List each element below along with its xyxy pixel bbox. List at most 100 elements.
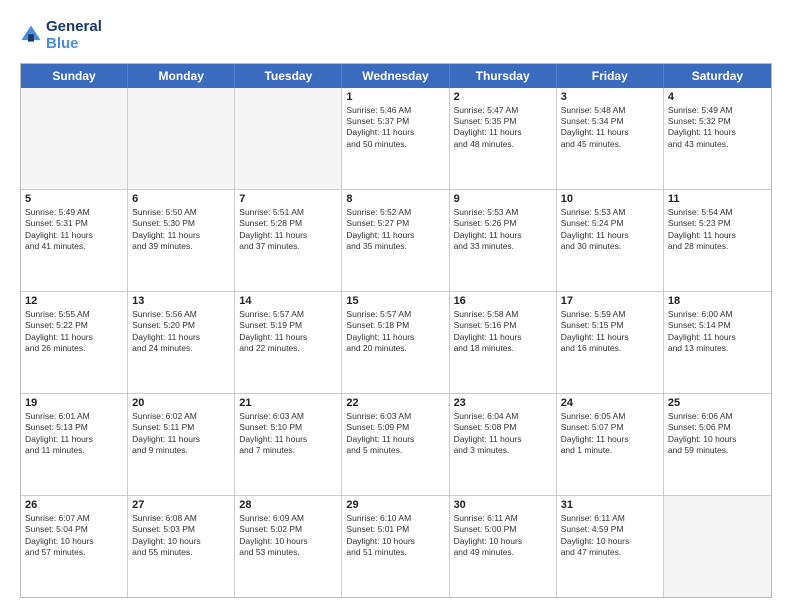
- day-number: 12: [25, 295, 123, 307]
- day-info: Sunrise: 5:56 AM Sunset: 5:20 PM Dayligh…: [132, 309, 230, 355]
- day-number: 25: [668, 397, 767, 409]
- day-number: 23: [454, 397, 552, 409]
- day-number: 26: [25, 499, 123, 511]
- day-info: Sunrise: 5:46 AM Sunset: 5:37 PM Dayligh…: [346, 105, 444, 151]
- day-number: 22: [346, 397, 444, 409]
- weekday-header-sunday: Sunday: [21, 64, 128, 88]
- day-cell-19: 19Sunrise: 6:01 AM Sunset: 5:13 PM Dayli…: [21, 394, 128, 495]
- day-info: Sunrise: 5:54 AM Sunset: 5:23 PM Dayligh…: [668, 207, 767, 253]
- day-info: Sunrise: 5:59 AM Sunset: 5:15 PM Dayligh…: [561, 309, 659, 355]
- calendar-row-3: 19Sunrise: 6:01 AM Sunset: 5:13 PM Dayli…: [21, 393, 771, 495]
- day-number: 21: [239, 397, 337, 409]
- day-cell-29: 29 Sunrise: 6:10 AM Sunset: 5:01 PM Dayli…: [342, 496, 449, 597]
- day-info: Sunrise: 5:55 AM Sunset: 5:22 PM Dayligh…: [25, 309, 123, 355]
- day-info: Sunrise: 5:53 AM Sunset: 5:24 PM Dayligh…: [561, 207, 659, 253]
- calendar-row-1: 5 Sunrise: 5:49 AM Sunset: 5:31 PM Daylig…: [21, 189, 771, 291]
- day-info: Sunrise: 6:02 AM Sunset: 5:11 PM Dayligh…: [132, 411, 230, 457]
- day-cell-9: 9 Sunrise: 5:53 AM Sunset: 5:26 PM Daylig…: [450, 190, 557, 291]
- day-info: Sunrise: 6:05 AM Sunset: 5:07 PM Dayligh…: [561, 411, 659, 457]
- day-number: 17: [561, 295, 659, 307]
- day-info: Sunrise: 5:51 AM Sunset: 5:28 PM Dayligh…: [239, 207, 337, 253]
- day-info: Sunrise: 5:47 AM Sunset: 5:35 PM Dayligh…: [454, 105, 552, 151]
- day-cell-17: 17 Sunrise: 5:59 AM Sunset: 5:15 PM Dayli…: [557, 292, 664, 393]
- day-cell-13: 13Sunrise: 5:56 AM Sunset: 5:20 PM Dayli…: [128, 292, 235, 393]
- day-info: Sunrise: 5:48 AM Sunset: 5:34 PM Dayligh…: [561, 105, 659, 151]
- day-cell-15: 15 Sunrise: 5:57 AM Sunset: 5:18 PM Dayli…: [342, 292, 449, 393]
- empty-cell: [664, 496, 771, 597]
- day-info: Sunrise: 5:53 AM Sunset: 5:26 PM Dayligh…: [454, 207, 552, 253]
- day-info: Sunrise: 5:49 AM Sunset: 5:32 PM Dayligh…: [668, 105, 767, 151]
- day-cell-10: 10Sunrise: 5:53 AM Sunset: 5:24 PM Dayli…: [557, 190, 664, 291]
- day-number: 27: [132, 499, 230, 511]
- day-cell-31: 31Sunrise: 6:11 AM Sunset: 4:59 PM Dayli…: [557, 496, 664, 597]
- day-number: 31: [561, 499, 659, 511]
- day-info: Sunrise: 5:57 AM Sunset: 5:19 PM Dayligh…: [239, 309, 337, 355]
- logo-icon: [20, 24, 42, 46]
- day-number: 18: [668, 295, 767, 307]
- day-info: Sunrise: 6:03 AM Sunset: 5:09 PM Dayligh…: [346, 411, 444, 457]
- empty-cell: [21, 88, 128, 189]
- day-number: 1: [346, 91, 444, 103]
- day-cell-6: 6 Sunrise: 5:50 AM Sunset: 5:30 PM Daylig…: [128, 190, 235, 291]
- day-cell-21: 21 Sunrise: 6:03 AM Sunset: 5:10 PM Dayli…: [235, 394, 342, 495]
- day-info: Sunrise: 5:57 AM Sunset: 5:18 PM Dayligh…: [346, 309, 444, 355]
- day-number: 4: [668, 91, 767, 103]
- logo-text-line1: General: [46, 18, 102, 35]
- day-number: 24: [561, 397, 659, 409]
- calendar-row-0: 1 Sunrise: 5:46 AM Sunset: 5:37 PM Daylig…: [21, 88, 771, 189]
- logo: General Blue: [20, 18, 102, 53]
- day-info: Sunrise: 6:01 AM Sunset: 5:13 PM Dayligh…: [25, 411, 123, 457]
- day-info: Sunrise: 6:07 AM Sunset: 5:04 PM Dayligh…: [25, 513, 123, 559]
- day-number: 30: [454, 499, 552, 511]
- day-cell-1: 1 Sunrise: 5:46 AM Sunset: 5:37 PM Daylig…: [342, 88, 449, 189]
- weekday-header-friday: Friday: [557, 64, 664, 88]
- day-cell-22: 22 Sunrise: 6:03 AM Sunset: 5:09 PM Dayli…: [342, 394, 449, 495]
- calendar-body: 1 Sunrise: 5:46 AM Sunset: 5:37 PM Daylig…: [21, 88, 771, 598]
- day-cell-14: 14 Sunrise: 5:57 AM Sunset: 5:19 PM Dayli…: [235, 292, 342, 393]
- day-info: Sunrise: 5:52 AM Sunset: 5:27 PM Dayligh…: [346, 207, 444, 253]
- day-number: 28: [239, 499, 337, 511]
- calendar-row-4: 26 Sunrise: 6:07 AM Sunset: 5:04 PM Dayli…: [21, 495, 771, 597]
- day-number: 7: [239, 193, 337, 205]
- day-number: 29: [346, 499, 444, 511]
- day-info: Sunrise: 6:03 AM Sunset: 5:10 PM Dayligh…: [239, 411, 337, 457]
- day-cell-16: 16Sunrise: 5:58 AM Sunset: 5:16 PM Dayli…: [450, 292, 557, 393]
- weekday-header-thursday: Thursday: [450, 64, 557, 88]
- day-info: Sunrise: 6:09 AM Sunset: 5:02 PM Dayligh…: [239, 513, 337, 559]
- day-number: 14: [239, 295, 337, 307]
- empty-cell: [235, 88, 342, 189]
- day-number: 6: [132, 193, 230, 205]
- day-info: Sunrise: 6:00 AM Sunset: 5:14 PM Dayligh…: [668, 309, 767, 355]
- empty-cell: [128, 88, 235, 189]
- day-info: Sunrise: 6:06 AM Sunset: 5:06 PM Dayligh…: [668, 411, 767, 457]
- day-info: Sunrise: 6:04 AM Sunset: 5:08 PM Dayligh…: [454, 411, 552, 457]
- day-number: 16: [454, 295, 552, 307]
- day-number: 15: [346, 295, 444, 307]
- calendar-grid: SundayMondayTuesdayWednesdayThursdayFrid…: [20, 63, 772, 599]
- day-cell-3: 3 Sunrise: 5:48 AM Sunset: 5:34 PM Daylig…: [557, 88, 664, 189]
- day-cell-12: 12 Sunrise: 5:55 AM Sunset: 5:22 PM Dayli…: [21, 292, 128, 393]
- day-info: Sunrise: 6:10 AM Sunset: 5:01 PM Dayligh…: [346, 513, 444, 559]
- day-info: Sunrise: 5:50 AM Sunset: 5:30 PM Dayligh…: [132, 207, 230, 253]
- weekday-header-tuesday: Tuesday: [235, 64, 342, 88]
- day-cell-24: 24 Sunrise: 6:05 AM Sunset: 5:07 PM Dayli…: [557, 394, 664, 495]
- weekday-header-saturday: Saturday: [664, 64, 771, 88]
- day-cell-23: 23 Sunrise: 6:04 AM Sunset: 5:08 PM Dayli…: [450, 394, 557, 495]
- calendar-page: General Blue SundayMondayTuesdayWednesda…: [0, 0, 792, 612]
- day-info: Sunrise: 5:49 AM Sunset: 5:31 PM Dayligh…: [25, 207, 123, 253]
- day-number: 5: [25, 193, 123, 205]
- day-number: 11: [668, 193, 767, 205]
- weekday-header-monday: Monday: [128, 64, 235, 88]
- day-cell-28: 28 Sunrise: 6:09 AM Sunset: 5:02 PM Dayli…: [235, 496, 342, 597]
- day-cell-2: 2Sunrise: 5:47 AM Sunset: 5:35 PM Daylig…: [450, 88, 557, 189]
- page-header: General Blue: [20, 18, 772, 53]
- day-cell-20: 20 Sunrise: 6:02 AM Sunset: 5:11 PM Dayli…: [128, 394, 235, 495]
- day-cell-18: 18 Sunrise: 6:00 AM Sunset: 5:14 PM Dayli…: [664, 292, 771, 393]
- day-cell-8: 8 Sunrise: 5:52 AM Sunset: 5:27 PM Daylig…: [342, 190, 449, 291]
- day-number: 9: [454, 193, 552, 205]
- weekday-header-wednesday: Wednesday: [342, 64, 449, 88]
- day-number: 3: [561, 91, 659, 103]
- day-cell-26: 26 Sunrise: 6:07 AM Sunset: 5:04 PM Dayli…: [21, 496, 128, 597]
- day-number: 20: [132, 397, 230, 409]
- day-number: 8: [346, 193, 444, 205]
